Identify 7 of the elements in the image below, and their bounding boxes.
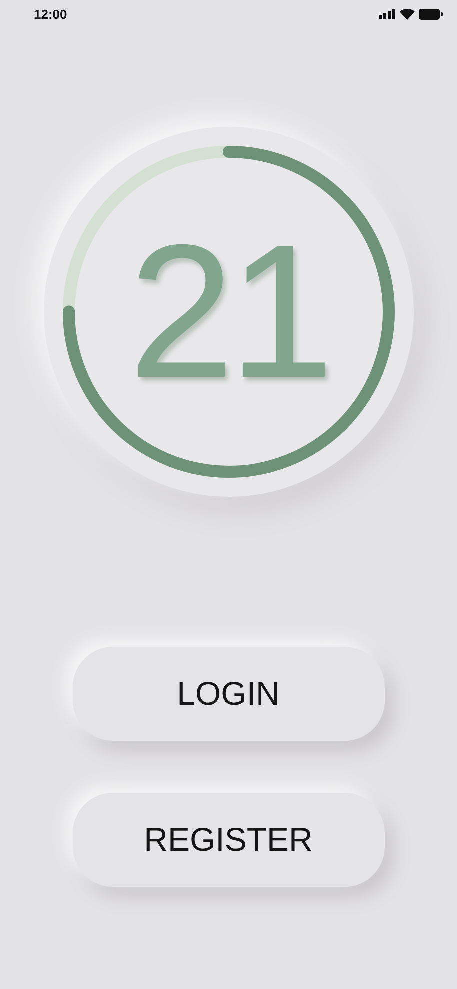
login-button[interactable]: LOGIN: [72, 647, 384, 741]
wifi-icon: [400, 8, 415, 20]
register-button[interactable]: REGISTER: [72, 793, 384, 887]
battery-icon: [419, 8, 443, 20]
timer-number: 21: [128, 217, 328, 407]
status-time: 12:00: [34, 6, 68, 22]
signal-icon: [379, 9, 396, 19]
